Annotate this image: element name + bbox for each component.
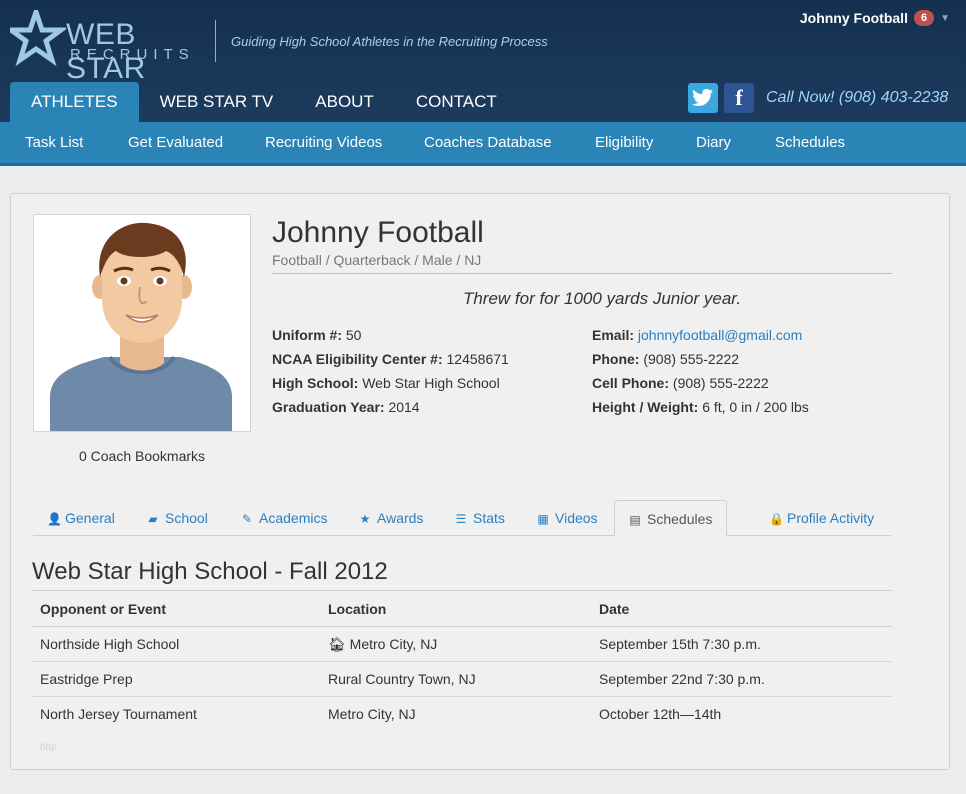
star-logo-icon bbox=[10, 10, 66, 66]
location-cell: 🏠︎ Metro City, NJ bbox=[320, 626, 591, 662]
athlete-subtitle: Football / Quarterback / Male / NJ bbox=[272, 252, 482, 268]
table-header-row: Opponent or Event Location Date bbox=[32, 590, 892, 627]
column-header: Date bbox=[591, 590, 892, 627]
site-header: WEB STAR RECRUITS Guiding High School At… bbox=[0, 0, 966, 166]
location-cell: Metro City, NJ bbox=[328, 706, 416, 723]
main-nav: ATHLETES WEB STAR TV ABOUT CONTACT bbox=[10, 82, 518, 122]
user-icon: 👤 bbox=[47, 512, 62, 526]
chevron-down-icon[interactable]: ▼ bbox=[940, 13, 950, 24]
field-uniform: Uniform #: 50 bbox=[272, 327, 362, 343]
subnav-recruiting-videos[interactable]: Recruiting Videos bbox=[265, 134, 382, 151]
calendar-icon: ▤ bbox=[629, 513, 641, 527]
athlete-quote: Threw for for 1000 yards Junior year. bbox=[462, 289, 742, 308]
facebook-icon[interactable]: f bbox=[724, 83, 754, 113]
nav-about[interactable]: ABOUT bbox=[294, 82, 395, 122]
opponent-cell: Eastridge Prep bbox=[32, 661, 320, 697]
list-icon: ☰ bbox=[455, 512, 467, 526]
field-height-weight: Height / Weight: 6 ft, 0 in / 200 lbs bbox=[592, 399, 809, 415]
field-phone: Phone: (908) 555-2222 bbox=[592, 351, 740, 367]
tab-schedules[interactable]: ▤ Schedules bbox=[614, 500, 728, 537]
notification-badge[interactable]: 6 bbox=[913, 10, 935, 26]
schedule-title: Web Star High School - Fall 2012 bbox=[32, 558, 388, 585]
email-link[interactable]: johnnyfootball@gmail.com bbox=[638, 327, 802, 343]
opponent-cell: North Jersey Tournament bbox=[40, 706, 197, 723]
divider bbox=[272, 273, 892, 274]
table-row: Northside High School 🏠︎ Metro City, NJ … bbox=[32, 626, 892, 662]
column-header: Opponent or Event bbox=[32, 590, 320, 627]
tab-academics[interactable]: ✎ Academics bbox=[241, 500, 328, 536]
sub-nav: Task List Get Evaluated Recruiting Video… bbox=[0, 122, 966, 166]
header-divider bbox=[215, 20, 216, 62]
location-cell: Rural Country Town, NJ bbox=[320, 661, 591, 697]
user-name[interactable]: Johnny Football bbox=[800, 10, 908, 26]
pencil-icon: ✎ bbox=[241, 512, 253, 526]
coach-bookmarks: 0 Coach Bookmarks bbox=[78, 448, 206, 464]
field-ncaa: NCAA Eligibility Center #: 12458671 bbox=[272, 351, 509, 367]
social-links: f bbox=[688, 83, 754, 113]
date-cell: September 15th 7:30 p.m. bbox=[591, 626, 892, 662]
tab-general[interactable]: 👤 General bbox=[47, 500, 115, 536]
tagline: Guiding High School Athletes in the Recr… bbox=[231, 34, 548, 49]
logo-subtext: RECRUITS bbox=[70, 46, 195, 63]
film-icon: ▦ bbox=[537, 512, 549, 526]
opponent-cell: Northside High School bbox=[32, 626, 320, 662]
tab-profile-activity[interactable]: 🔒 Profile Activity bbox=[769, 500, 874, 536]
athlete-name: Johnny Football bbox=[272, 216, 484, 249]
field-cell-phone: Cell Phone: (908) 555-2222 bbox=[592, 375, 769, 391]
lock-icon: 🔒 bbox=[769, 512, 784, 526]
subnav-coaches-database[interactable]: Coaches Database bbox=[424, 134, 552, 151]
field-graduation-year: Graduation Year: 2014 bbox=[272, 399, 420, 415]
star-icon: ★ bbox=[359, 512, 371, 526]
tab-school[interactable]: ▰ School bbox=[147, 500, 207, 536]
table-row: North Jersey Tournament Metro City, NJ O… bbox=[32, 697, 892, 732]
footer-text: http bbox=[40, 742, 57, 753]
date-cell: September 22nd 7:30 p.m. bbox=[591, 661, 892, 697]
nav-athletes[interactable]: ATHLETES bbox=[10, 82, 139, 122]
home-icon: 🏠︎ bbox=[328, 635, 346, 652]
subnav-get-evaluated[interactable]: Get Evaluated bbox=[128, 134, 223, 151]
avatar-icon bbox=[34, 215, 250, 431]
subnav-schedules[interactable]: Schedules bbox=[775, 134, 845, 151]
user-menu[interactable]: Johnny Football 6 ▼ bbox=[800, 10, 950, 26]
tab-videos[interactable]: ▦ Videos bbox=[537, 500, 597, 536]
field-email: Email: johnnyfootball@gmail.com bbox=[592, 327, 803, 343]
book-icon: ▰ bbox=[148, 512, 158, 526]
field-high-school: High School: Web Star High School bbox=[272, 375, 500, 391]
tab-awards[interactable]: ★ Awards bbox=[359, 500, 424, 536]
table-row: Eastridge Prep Rural Country Town, NJ Se… bbox=[32, 661, 892, 697]
subnav-diary[interactable]: Diary bbox=[696, 134, 731, 151]
tab-stats[interactable]: ☰ Stats bbox=[455, 500, 505, 536]
date-cell: October 12th—14th bbox=[599, 706, 722, 723]
schedule-table: Opponent or Event Location Date Northsid… bbox=[32, 590, 892, 732]
call-now-link[interactable]: Call Now! (908) 403-2238 bbox=[766, 89, 948, 107]
subnav-task-list[interactable]: Task List bbox=[25, 134, 83, 151]
site-logo[interactable]: WEB STAR RECRUITS bbox=[10, 10, 200, 85]
nav-contact[interactable]: CONTACT bbox=[395, 82, 518, 122]
nav-web-star-tv[interactable]: WEB STAR TV bbox=[139, 82, 295, 122]
subnav-eligibility[interactable]: Eligibility bbox=[595, 134, 653, 151]
profile-photo[interactable] bbox=[33, 214, 251, 432]
column-header: Location bbox=[320, 590, 591, 627]
twitter-icon[interactable] bbox=[688, 83, 718, 113]
profile-tabs: 👤 General ▰ School ✎ Academics ★ Awards ☰ Sta… bbox=[33, 500, 891, 537]
profile-panel: 0 Coach Bookmarks Johnny Football Footba… bbox=[10, 193, 950, 770]
